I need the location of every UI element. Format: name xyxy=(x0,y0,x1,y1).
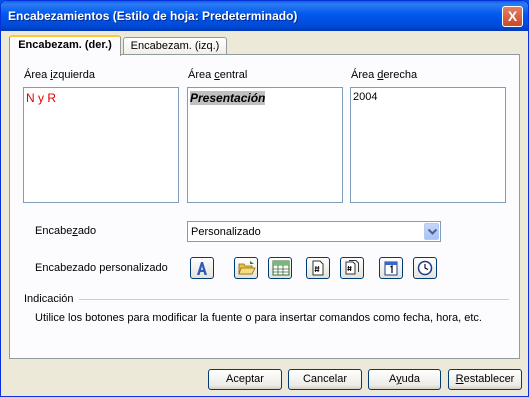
page-number-icon xyxy=(312,260,324,276)
time-icon xyxy=(417,260,433,276)
date-icon xyxy=(384,261,398,276)
center-area-text: Presentación xyxy=(190,91,266,105)
title-bar[interactable]: Encabezamientos (Estilo de hoja: Predete… xyxy=(1,1,528,31)
left-area-text: N y R xyxy=(26,91,56,105)
dialog-window: Encabezamientos (Estilo de hoja: Predete… xyxy=(0,0,529,397)
insert-date-button[interactable] xyxy=(379,257,403,279)
hint-divider xyxy=(79,299,509,300)
header-select-value: Personalizado xyxy=(191,226,261,238)
header-label: Encabezado xyxy=(35,225,97,237)
chevron-down-icon[interactable] xyxy=(424,223,439,240)
left-area-label: Área izquierda xyxy=(24,69,95,81)
tab-header-right-label: Encabezam. (der.) xyxy=(18,39,112,51)
table-icon xyxy=(272,260,290,276)
custom-header-label: Encabezado personalizado xyxy=(35,262,168,274)
hint-title: Indicación xyxy=(24,293,74,305)
left-area-field[interactable]: N y R xyxy=(23,87,179,203)
reset-button[interactable]: Restablecer xyxy=(448,369,522,390)
hint-text: Utilice los botones para modificar la fu… xyxy=(35,312,482,324)
tab-header-right[interactable]: Encabezam. (der.) xyxy=(9,35,121,56)
close-button[interactable]: X xyxy=(502,6,523,27)
header-select[interactable]: Personalizado xyxy=(187,221,441,242)
font-button[interactable] xyxy=(190,257,214,279)
folder-open-icon xyxy=(238,261,256,275)
window-title: Encabezamientos (Estilo de hoja: Predete… xyxy=(8,9,298,23)
ok-button[interactable]: Aceptar xyxy=(208,369,282,390)
font-icon xyxy=(197,262,207,275)
load-file-button[interactable] xyxy=(234,257,258,279)
center-area-label: Área central xyxy=(188,69,248,81)
insert-page-number-button[interactable] xyxy=(306,257,330,279)
cancel-button[interactable]: Cancelar xyxy=(288,369,362,390)
insert-time-button[interactable] xyxy=(413,257,437,279)
right-area-field[interactable]: 2004 xyxy=(350,87,506,203)
center-area-field[interactable]: Presentación xyxy=(187,87,343,203)
tab-header-left-label: Encabezam. (izq.) xyxy=(130,40,220,52)
page-count-icon xyxy=(345,260,359,275)
right-area-label: Área derecha xyxy=(351,69,418,81)
insert-sheet-name-button[interactable] xyxy=(268,257,292,279)
insert-page-count-button[interactable] xyxy=(340,257,364,279)
help-button[interactable]: Ayuda xyxy=(368,369,441,390)
right-area-text: 2004 xyxy=(353,91,378,103)
